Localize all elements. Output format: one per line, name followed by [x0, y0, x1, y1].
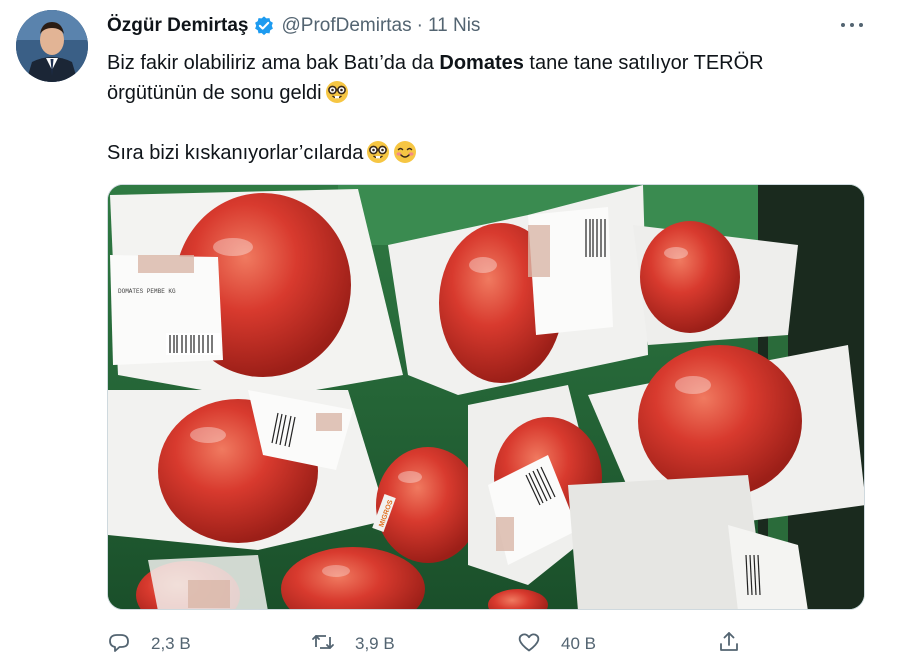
avatar[interactable] — [16, 10, 88, 82]
retweet-button[interactable]: 3,9 B — [311, 628, 395, 660]
retweet-icon — [311, 630, 335, 659]
tweet-actions: 2,3 B 3,9 B 40 B — [107, 628, 867, 660]
tweet-line-1: Biz fakir olabiliriz ama bak Batı’da da … — [107, 48, 867, 78]
tweet-text-part: örgütünün de sonu geldi — [107, 82, 322, 104]
tweet-text-part: tane tane satılıyor TERÖR — [523, 52, 764, 74]
more-icon[interactable] — [838, 14, 866, 36]
tweet-photo[interactable]: DOMATES PEMBE KG MIGROS — [107, 184, 865, 610]
date-separator: · — [416, 15, 423, 36]
reply-button[interactable]: 2,3 B — [107, 628, 191, 660]
author-name[interactable]: Özgür Demirtaş — [107, 15, 248, 37]
retweet-count: 3,9 B — [355, 634, 395, 653]
share-button[interactable] — [717, 628, 741, 660]
tweet-line-2: örgütünün de sonu geldi — [107, 78, 867, 108]
tweet: Özgür Demirtaş @ProfDemirtas · 11 Nis Bi… — [0, 0, 901, 668]
like-icon — [517, 630, 541, 659]
like-button[interactable]: 40 B — [517, 628, 596, 660]
share-icon — [717, 630, 741, 659]
tweet-text-part: Sıra bizi kıskanıyorlar’cılarda — [107, 142, 364, 164]
nerd-face-icon — [366, 140, 390, 164]
tweet-line-3: Sıra bizi kıskanıyorlar’cılarda — [107, 138, 867, 168]
like-count: 40 B — [561, 634, 596, 653]
smiling-blush-icon — [393, 140, 417, 164]
tweet-text: Biz fakir olabiliriz ama bak Batı’da da … — [107, 48, 867, 168]
tweet-date[interactable]: 11 Nis — [428, 15, 480, 37]
nerd-face-icon — [325, 80, 349, 104]
product-label-text: DOMATES PEMBE KG — [118, 288, 176, 295]
reply-count: 2,3 B — [151, 634, 191, 653]
tweet-bold-word: Domates — [439, 52, 524, 74]
verified-icon — [253, 15, 275, 37]
tweet-header: Özgür Demirtaş @ProfDemirtas · 11 Nis — [107, 14, 480, 38]
reply-icon — [107, 630, 131, 659]
tweet-text-part: Biz fakir olabiliriz ama bak Batı’da da — [107, 52, 440, 74]
author-handle[interactable]: @ProfDemirtas — [281, 15, 411, 37]
